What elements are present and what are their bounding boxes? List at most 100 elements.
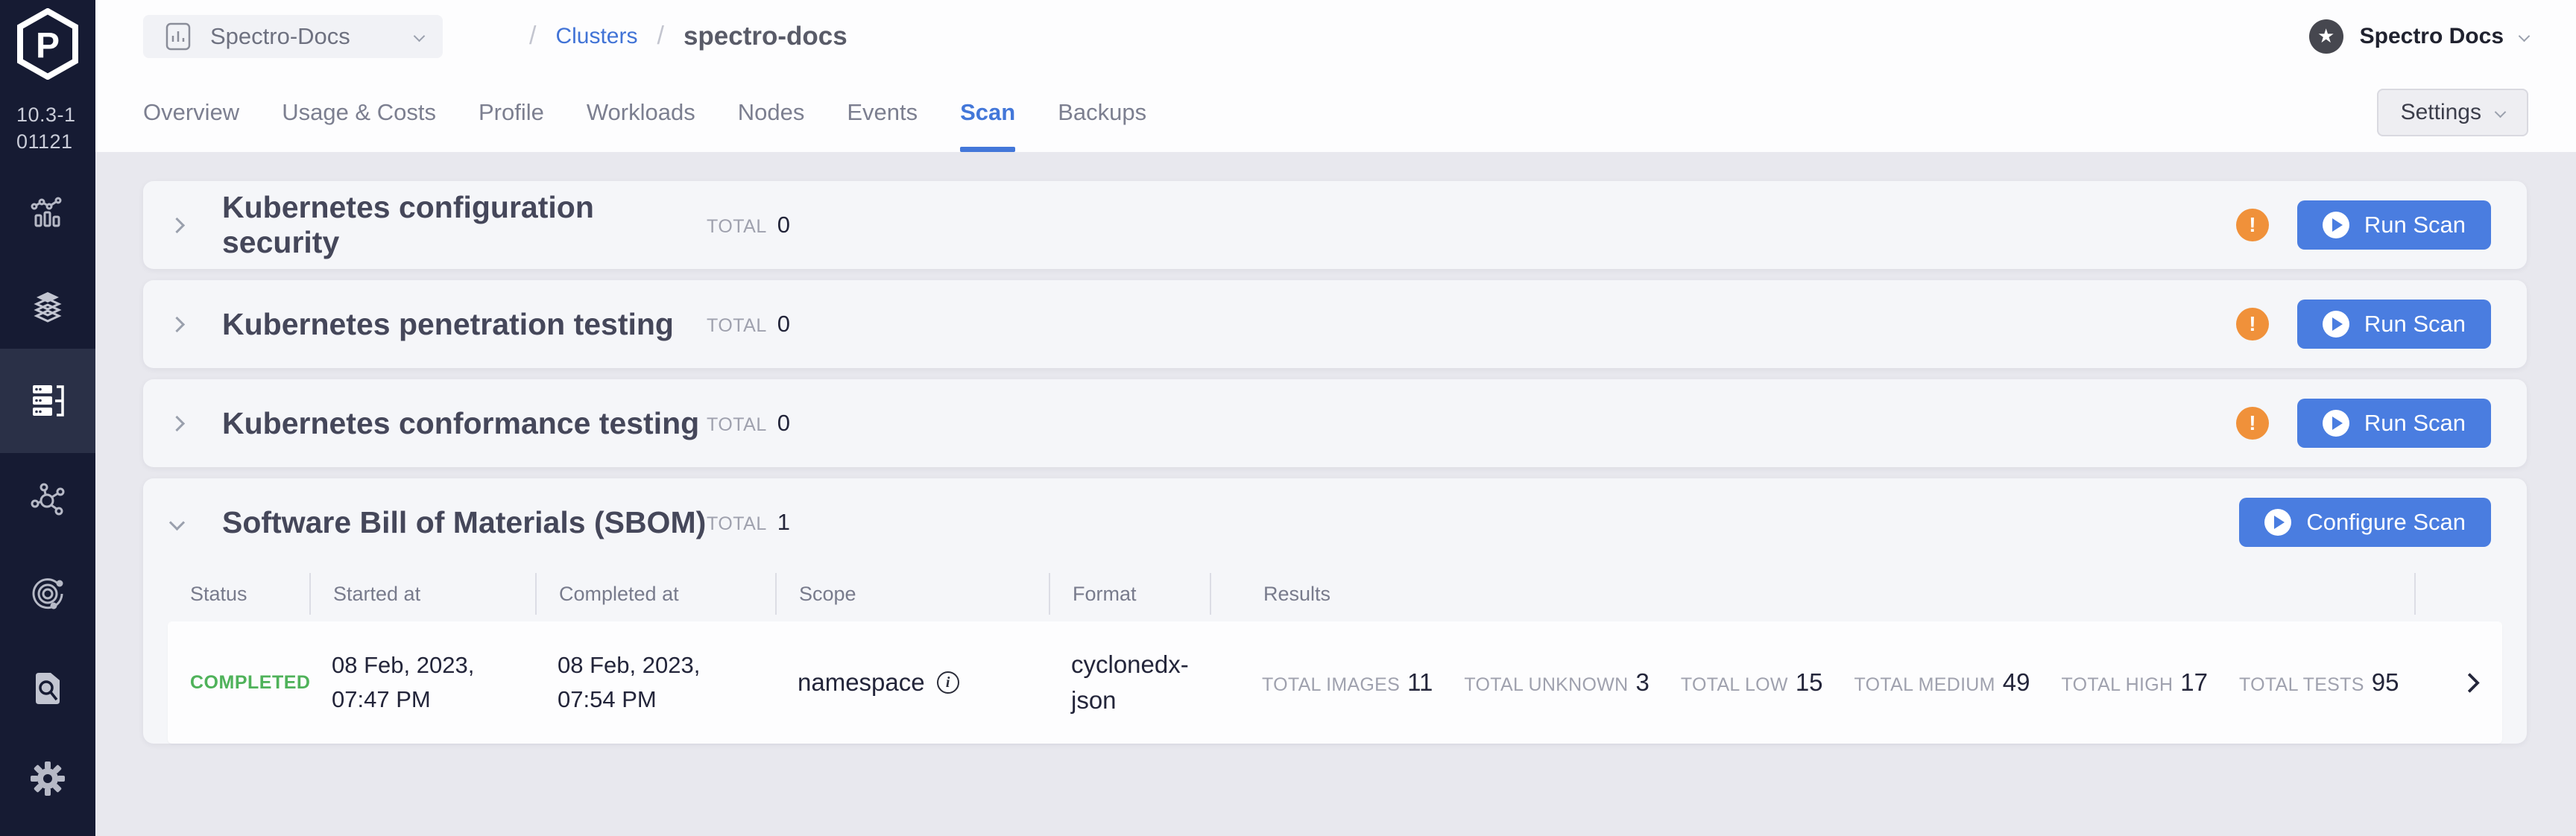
sbom-table-header: Status Started at Completed at Scope For… bbox=[168, 566, 2502, 621]
configure-scan-label: Configure Scan bbox=[2306, 509, 2466, 536]
sidebar-item-workspaces[interactable] bbox=[0, 466, 95, 533]
tab-scan[interactable]: Scan bbox=[960, 72, 1015, 152]
result-label: TOTAL TESTS bbox=[2239, 674, 2364, 696]
chevron-down-icon bbox=[414, 31, 426, 42]
sidebar-item-automation[interactable] bbox=[0, 560, 95, 627]
section-header[interactable]: Kubernetes conformance testing TOTAL 0 !… bbox=[143, 379, 2527, 467]
scan-section-config-security: Kubernetes configuration security TOTAL … bbox=[143, 181, 2527, 269]
warning-icon: ! bbox=[2236, 209, 2269, 241]
chevron-down-icon bbox=[2519, 31, 2531, 42]
started-at-value: 08 Feb, 2023, 07:47 PM bbox=[332, 648, 503, 718]
scan-sections: Kubernetes configuration security TOTAL … bbox=[143, 181, 2527, 761]
chevron-down-icon[interactable] bbox=[169, 514, 185, 530]
top-header: Spectro-Docs / Clusters / spectro-docs ★… bbox=[95, 0, 2576, 152]
breadcrumb-separator: / bbox=[657, 22, 663, 51]
palette-logo[interactable]: P bbox=[0, 0, 95, 88]
col-header-started-at: Started at bbox=[309, 573, 535, 615]
sbom-table: Status Started at Completed at Scope For… bbox=[168, 566, 2502, 744]
scope-value: namespace bbox=[798, 668, 925, 697]
tab-usage-costs[interactable]: Usage & Costs bbox=[282, 72, 436, 152]
tab-profile[interactable]: Profile bbox=[479, 72, 544, 152]
total-label: TOTAL bbox=[707, 315, 767, 337]
sidebar-item-clusters[interactable] bbox=[0, 349, 95, 453]
col-header-completed-at: Completed at bbox=[535, 573, 775, 615]
run-scan-label: Run Scan bbox=[2364, 212, 2466, 238]
analytics-icon bbox=[30, 194, 66, 230]
sidebar-item-monitoring[interactable] bbox=[0, 179, 95, 246]
network-icon bbox=[29, 481, 66, 519]
total-value: 0 bbox=[777, 311, 790, 338]
section-title: Kubernetes conformance testing bbox=[222, 406, 707, 441]
row-detail-chevron-icon[interactable] bbox=[2460, 673, 2480, 693]
star-avatar-icon: ★ bbox=[2309, 19, 2343, 54]
settings-button[interactable]: Settings bbox=[2377, 89, 2528, 136]
user-menu[interactable]: ★ Spectro Docs bbox=[2309, 19, 2528, 54]
completed-at-value: 08 Feb, 2023, 07:54 PM bbox=[558, 648, 729, 718]
gear-icon bbox=[29, 760, 66, 797]
chevron-right-icon[interactable] bbox=[169, 316, 185, 332]
orbit-icon bbox=[29, 575, 66, 612]
breadcrumb: / Clusters / spectro-docs bbox=[529, 22, 847, 51]
total-label: TOTAL bbox=[707, 216, 767, 238]
version-label: 10.3-101121 bbox=[16, 101, 79, 156]
col-header-format: Format bbox=[1049, 573, 1210, 615]
section-header[interactable]: Kubernetes configuration security TOTAL … bbox=[143, 181, 2527, 269]
run-scan-button[interactable]: Run Scan bbox=[2297, 399, 2491, 448]
svg-text:P: P bbox=[36, 26, 60, 66]
settings-button-label: Settings bbox=[2401, 100, 2481, 125]
result-value: 11 bbox=[1407, 668, 1433, 697]
result-label: TOTAL IMAGES bbox=[1262, 674, 1400, 696]
tab-events[interactable]: Events bbox=[847, 72, 918, 152]
sidebar-item-audit[interactable] bbox=[0, 655, 95, 722]
section-title: Kubernetes configuration security bbox=[222, 190, 707, 260]
section-title: Software Bill of Materials (SBOM) bbox=[222, 505, 707, 540]
section-header[interactable]: Kubernetes penetration testing TOTAL 0 !… bbox=[143, 280, 2527, 368]
result-label: TOTAL LOW bbox=[1681, 674, 1788, 696]
play-icon bbox=[2323, 410, 2349, 437]
col-header-scope: Scope bbox=[775, 573, 1049, 615]
warning-icon: ! bbox=[2236, 308, 2269, 341]
result-label: TOTAL UNKNOWN bbox=[1464, 674, 1628, 696]
section-header[interactable]: Software Bill of Materials (SBOM) TOTAL … bbox=[143, 478, 2527, 566]
format-value: cyclonedx-json bbox=[1071, 647, 1205, 718]
scan-section-conformance: Kubernetes conformance testing TOTAL 0 !… bbox=[143, 379, 2527, 467]
result-value: 15 bbox=[1796, 668, 1823, 697]
breadcrumb-link-clusters[interactable]: Clusters bbox=[555, 24, 637, 49]
tab-nodes[interactable]: Nodes bbox=[738, 72, 805, 152]
result-value: 49 bbox=[2003, 668, 2030, 697]
status-badge: COMPLETED bbox=[190, 672, 310, 693]
section-title: Kubernetes penetration testing bbox=[222, 307, 707, 342]
total-value: 0 bbox=[777, 212, 790, 238]
tab-overview[interactable]: Overview bbox=[143, 72, 239, 152]
tab-backups[interactable]: Backups bbox=[1058, 72, 1146, 152]
sidebar-item-profiles[interactable] bbox=[0, 273, 95, 340]
result-value: 95 bbox=[2372, 668, 2399, 697]
user-menu-label: Spectro Docs bbox=[2360, 24, 2504, 49]
sidebar-item-settings[interactable] bbox=[0, 745, 95, 812]
total-value: 0 bbox=[777, 410, 790, 437]
project-chart-icon bbox=[162, 21, 194, 52]
chevron-right-icon[interactable] bbox=[169, 415, 185, 431]
sidebar: P 10.3-101121 bbox=[0, 0, 95, 836]
col-header-results: Results bbox=[1210, 573, 2414, 615]
play-icon bbox=[2323, 311, 2349, 338]
scan-section-sbom: Software Bill of Materials (SBOM) TOTAL … bbox=[143, 478, 2527, 744]
run-scan-button[interactable]: Run Scan bbox=[2297, 200, 2491, 250]
configure-scan-button[interactable]: Configure Scan bbox=[2239, 498, 2491, 547]
sbom-scan-row[interactable]: COMPLETED 08 Feb, 2023, 07:47 PM 08 Feb,… bbox=[168, 621, 2502, 744]
chevron-right-icon[interactable] bbox=[169, 217, 185, 232]
total-value: 1 bbox=[777, 509, 790, 536]
cluster-tabs: Overview Usage & Costs Profile Workloads… bbox=[95, 72, 2576, 152]
info-icon[interactable]: i bbox=[937, 671, 959, 694]
project-selector[interactable]: Spectro-Docs bbox=[143, 15, 443, 58]
tab-workloads[interactable]: Workloads bbox=[587, 72, 695, 152]
breadcrumb-separator: / bbox=[529, 22, 536, 51]
run-scan-button[interactable]: Run Scan bbox=[2297, 300, 2491, 349]
clusters-icon bbox=[28, 382, 67, 419]
breadcrumb-current: spectro-docs bbox=[684, 22, 847, 51]
total-label: TOTAL bbox=[707, 513, 767, 535]
result-label: TOTAL MEDIUM bbox=[1854, 674, 1995, 696]
result-value: 17 bbox=[2180, 668, 2208, 697]
warning-icon: ! bbox=[2236, 407, 2269, 440]
col-header-status: Status bbox=[168, 573, 309, 615]
